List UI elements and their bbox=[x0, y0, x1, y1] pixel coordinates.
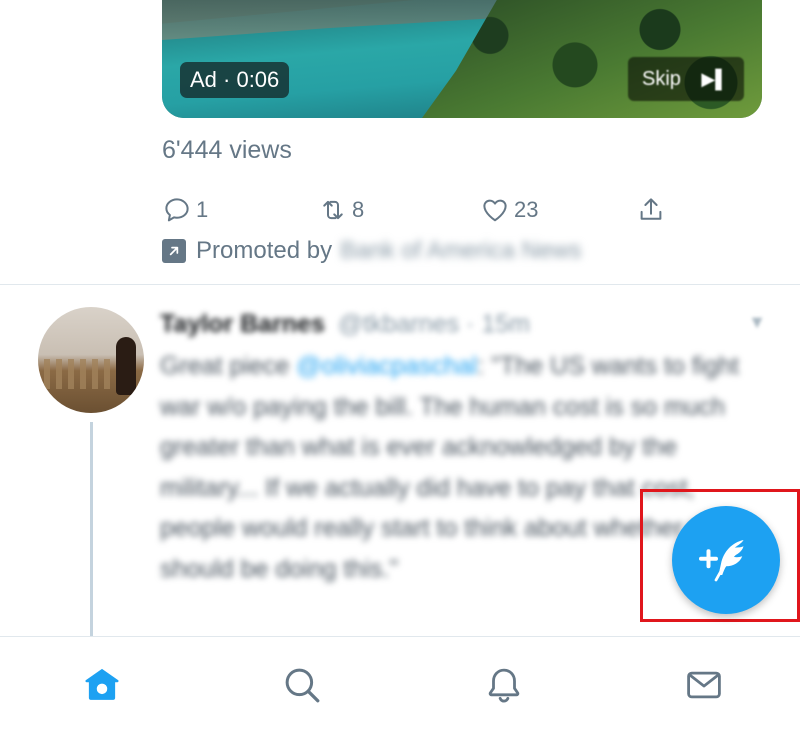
tweet-divider bbox=[0, 284, 800, 285]
author-handle: @tkbarnes · 15m bbox=[337, 310, 530, 338]
reply-count: 1 bbox=[196, 197, 209, 222]
home-icon bbox=[85, 668, 119, 700]
chevron-down-icon[interactable]: ▼ bbox=[748, 312, 766, 333]
share-icon bbox=[640, 198, 662, 220]
view-count: 6'444 views bbox=[162, 136, 292, 164]
like-count: 23 bbox=[514, 197, 539, 222]
tab-messages[interactable] bbox=[680, 661, 728, 709]
ad-duration-badge: Ad · 0:06 bbox=[180, 62, 290, 98]
tweet-header: Taylor Barnes @tkbarnes · 15m bbox=[160, 306, 760, 342]
skip-next-icon: ▶▌ bbox=[701, 69, 728, 89]
promoted-prefix: Promoted by bbox=[196, 237, 333, 264]
tab-search[interactable] bbox=[278, 661, 326, 709]
tweet-actions: 1 8 23 bbox=[162, 190, 762, 230]
reply-icon bbox=[165, 198, 189, 222]
heart-icon bbox=[483, 199, 507, 222]
tweet-text-lead: Great piece bbox=[160, 352, 297, 380]
retweet-count: 8 bbox=[352, 197, 365, 222]
compose-tweet-button[interactable] bbox=[672, 506, 780, 614]
notifications-icon bbox=[488, 668, 520, 703]
skip-ad-button[interactable]: Skip ▶▌ bbox=[628, 57, 744, 101]
promoted-arrow-icon bbox=[162, 239, 186, 263]
advertiser-name[interactable]: Bank of America News bbox=[340, 237, 581, 265]
avatar[interactable] bbox=[38, 307, 144, 413]
tab-notifications[interactable] bbox=[480, 661, 528, 709]
tab-home[interactable] bbox=[78, 661, 126, 709]
reply-button[interactable]: 1 bbox=[162, 190, 208, 230]
messages-icon bbox=[687, 671, 721, 699]
author-name[interactable]: Taylor Barnes bbox=[160, 310, 325, 338]
thread-line bbox=[90, 422, 93, 636]
bottom-tab-bar bbox=[0, 636, 800, 732]
tweet-mention-link[interactable]: @oliviacpaschal bbox=[296, 352, 477, 380]
skip-ad-label: Skip bbox=[642, 68, 681, 90]
share-button[interactable] bbox=[636, 190, 670, 230]
like-button[interactable]: 23 bbox=[480, 190, 538, 230]
promoted-by: Promoted by Bank of America News bbox=[162, 234, 582, 268]
retweet-icon bbox=[323, 200, 343, 220]
compose-tweet-icon bbox=[699, 540, 744, 582]
promoted-video[interactable]: Ad · 0:06 Skip ▶▌ bbox=[162, 0, 762, 118]
search-icon bbox=[285, 668, 320, 703]
retweet-button[interactable]: 8 bbox=[318, 190, 364, 230]
